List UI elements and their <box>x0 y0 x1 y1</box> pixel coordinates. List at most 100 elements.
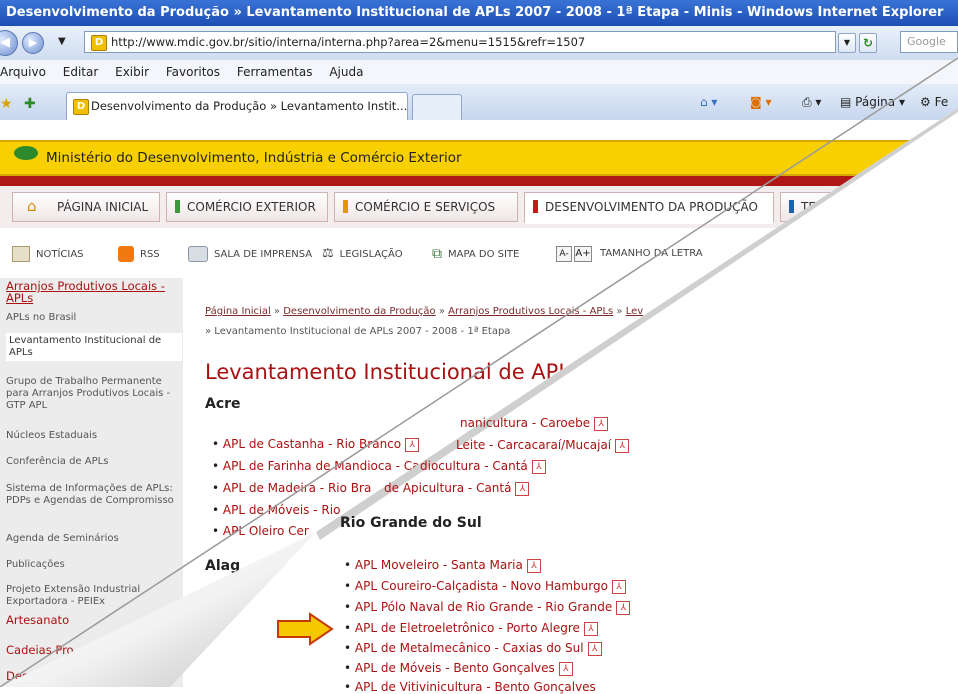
pdf-icon[interactable]: ⅄ <box>587 641 602 656</box>
apl-link[interactable]: APL Pólo Naval de Rio Grande - Rio Grand… <box>355 600 612 614</box>
sidebar-item-gtp-apl[interactable]: Grupo de Trabalho Permanente para Arranj… <box>6 376 182 412</box>
tools-menu[interactable]: ⚙ Fe <box>920 92 948 112</box>
back-button[interactable]: ◀ <box>0 30 18 56</box>
page-menu[interactable]: ▤ Página ▾ <box>840 92 905 112</box>
history-dropdown-icon[interactable]: ▼ <box>58 36 66 47</box>
site-nav: ⌂ PÁGINA INICIAL COMÉRCIO EXTERIOR COMÉR… <box>0 186 958 229</box>
apl-link[interactable]: Leite - Carcacaraí/Mucajaí <box>456 438 611 452</box>
pdf-icon[interactable]: ⅄ <box>583 621 598 636</box>
page-icon: ▤ <box>840 95 856 109</box>
apl-link[interactable]: APL Moveleiro - Santa Maria <box>355 558 523 572</box>
util-legislacao[interactable]: ⚖ LEGISLAÇÃO <box>322 246 403 263</box>
ministry-logo-icon[interactable] <box>14 146 38 160</box>
pdf-icon[interactable]: ⅄ <box>645 366 660 380</box>
press-icon <box>188 246 208 262</box>
nav-tecnologia[interactable]: TECNOLOGI <box>780 192 958 222</box>
util-noticias[interactable]: NOTÍCIAS <box>12 246 84 263</box>
apl-link[interactable]: APL de Madeira - Rio Bra <box>223 481 371 495</box>
add-favorite-icon[interactable]: ✚ <box>24 96 36 112</box>
util-label: MAPA DO SITE <box>448 249 520 260</box>
apl-link[interactable]: diocultura - Cantá <box>420 459 528 473</box>
crumb-lev[interactable]: Lev <box>626 306 643 317</box>
pdf-icon[interactable]: ⅄ <box>515 481 530 496</box>
address-bar[interactable]: D http://www.mdic.gov.br/sitio/interna/i… <box>84 31 836 53</box>
sidebar-item-sistema-info[interactable]: Sistema de Informações de APLs: PDPs e A… <box>6 483 182 507</box>
sidebar-item-nucleos[interactable]: Núcleos Estaduais <box>6 430 182 442</box>
feeds-icon[interactable]: ◙ ▾ <box>750 92 771 112</box>
sidebar-item-peiex[interactable]: Projeto Extensão Industrial Exportadora … <box>6 584 182 608</box>
sidebar-item-apls-brasil[interactable]: APLs no Brasil <box>6 312 182 324</box>
sidebar-item-agenda[interactable]: Agenda de Seminários <box>6 533 182 545</box>
apl-link[interactable]: APL de Farinha de Mandioca - Ca <box>223 459 420 473</box>
utility-bar: NOTÍCIAS RSS SALA DE IMPRENSA ⚖ LEGISLAÇÃ… <box>0 228 958 278</box>
nav-label: DESENVOLVIMENTO DA PRODUÇÃO <box>545 200 758 214</box>
breadcrumb-current: » Levantamento Institucional de APLs 200… <box>205 326 511 337</box>
list-item: • APL de Farinha de Mandioca - Ca <box>212 459 420 473</box>
tab-active[interactable]: D Desenvolvimento da Produção » Levantam… <box>66 92 408 120</box>
pdf-icon[interactable]: ⅄ <box>594 416 609 431</box>
apl-link[interactable]: APL de Móveis - Bento Gonçalves <box>355 661 555 675</box>
apl-link[interactable]: de Apicultura - Cantá <box>384 481 511 495</box>
print-icon[interactable]: ⎙ ▾ <box>802 92 821 112</box>
sidebar-section-cadeias[interactable]: Cadeias Pro <box>6 644 182 656</box>
nav-comercio-exterior[interactable]: COMÉRCIO EXTERIOR <box>166 192 328 222</box>
crumb-pagina-inicial[interactable]: Página Inicial <box>205 306 271 317</box>
apl-link[interactable]: APL de Eletroeletrônico - Porto Alegre <box>355 621 580 635</box>
sidebar-item-publicacoes[interactable]: Publicações <box>6 559 182 571</box>
search-input[interactable]: Google <box>900 31 958 53</box>
apl-link[interactable]: APL de Metalmecânico - Caxias do Sul <box>355 641 584 655</box>
menu-arquivo[interactable]: Arquivo <box>0 65 46 79</box>
font-increase-button[interactable]: A+ <box>574 246 592 262</box>
sidebar-section-artesanato[interactable]: Artesanato <box>6 614 182 626</box>
apl-link[interactable]: APL de Castanha - Rio Branco <box>223 437 401 451</box>
nav-desenvolvimento-producao[interactable]: DESENVOLVIMENTO DA PRODUÇÃO <box>524 192 774 224</box>
pdf-icon[interactable]: ⅄ <box>558 661 573 676</box>
list-item: • APL de Madeira - Rio Bra <box>212 481 372 495</box>
pdf-icon[interactable]: ⅄ <box>615 438 630 453</box>
sidebar-heading[interactable]: Arranjos Produtivos Locais - APLs <box>6 280 182 304</box>
util-sala-imprensa[interactable]: SALA DE IMPRENSA <box>188 246 312 263</box>
nav-pagina-inicial[interactable]: ⌂ PÁGINA INICIAL <box>12 192 160 222</box>
util-rss[interactable]: RSS <box>118 246 160 263</box>
forward-button[interactable]: ▶ <box>22 32 44 54</box>
util-mapa-site[interactable]: ⧉ MAPA DO SITE <box>432 246 519 263</box>
apl-link[interactable]: APL de Móveis - Rio <box>223 503 341 517</box>
list-item: • APL de Metalmecânico - Caxias do Sul ⅄ <box>344 641 602 656</box>
pdf-icon[interactable]: ⅄ <box>611 579 626 594</box>
pdf-icon[interactable]: ⅄ <box>616 600 631 615</box>
sidebar-item-conferencia[interactable]: Conferência de APLs <box>6 456 182 468</box>
address-dropdown-icon[interactable]: ▼ <box>838 33 856 53</box>
sidebar-item-levantamento[interactable]: Levantamento Institucional de APLs <box>6 333 182 361</box>
refresh-icon[interactable]: ↻ <box>859 33 877 53</box>
apl-link[interactable]: APL Coureiro-Calçadista - Novo Hamburgo <box>355 579 608 593</box>
sidebar-section-des[interactable]: Des <box>6 670 182 682</box>
menu-editar[interactable]: Editar <box>63 65 99 79</box>
page-top-gap <box>0 120 958 140</box>
menu-ajuda[interactable]: Ajuda <box>329 65 363 79</box>
window-title: Desenvolvimento da Produção » Levantamen… <box>0 0 958 26</box>
crumb-desenvolvimento[interactable]: Desenvolvimento da Produção <box>283 306 435 317</box>
menu-exibir[interactable]: Exibir <box>115 65 149 79</box>
menu-favoritos[interactable]: Favoritos <box>166 65 220 79</box>
list-item: • APL de Castanha - Rio Branco ⅄ <box>212 437 420 452</box>
pdf-icon[interactable]: ⅄ <box>405 437 420 452</box>
apl-link[interactable]: APL de Vitivinicultura - Bento Gonçalves <box>355 680 596 694</box>
font-decrease-button[interactable]: A- <box>556 246 572 262</box>
crumb-arranjos[interactable]: Arranjos Produtivos Locais - APLs <box>448 306 613 317</box>
util-label: SALA DE IMPRENSA <box>214 249 313 260</box>
new-tab-button[interactable] <box>412 94 462 120</box>
nav-comercio-servicos[interactable]: COMÉRCIO E SERVIÇOS <box>334 192 518 222</box>
list-item: • APL de Móveis - Rio <box>212 503 341 517</box>
tab-bar: ★ ✚ D Desenvolvimento da Produção » Leva… <box>0 84 958 121</box>
home-icon[interactable]: ⌂ ▾ <box>700 92 717 112</box>
favorites-star-icon[interactable]: ★ <box>0 96 13 112</box>
menu-ferramentas[interactable]: Ferramentas <box>237 65 313 79</box>
site-search-input[interactable]: Fa <box>762 244 842 264</box>
pdf-icon[interactable]: ⅄ <box>531 459 546 474</box>
rss-icon <box>118 246 134 262</box>
util-label: NOTÍCIAS <box>36 249 84 260</box>
apl-link[interactable]: APL Oleiro Cer <box>223 524 309 538</box>
pdf-icon[interactable]: ⅄ <box>526 558 541 573</box>
list-item-highlighted: • APL de Eletroeletrônico - Porto Alegre… <box>344 621 598 636</box>
apl-link[interactable]: nanicultura - Caroebe <box>460 416 590 430</box>
